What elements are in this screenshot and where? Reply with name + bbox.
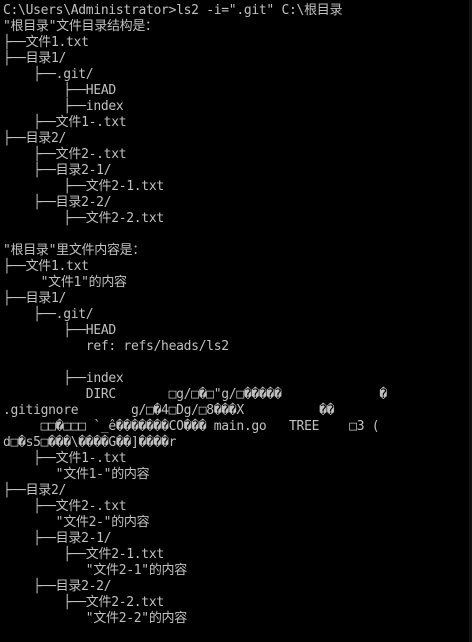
output-line: ├──文件1.txt — [3, 259, 89, 274]
output-line: "文件2-1"的内容 — [3, 563, 187, 578]
output-line: .gitignore g/□�4□Dg/□8���X �� — [3, 403, 335, 418]
output-line: ├──文件2-2.txt — [3, 595, 164, 610]
output-line: ├──index — [3, 99, 124, 114]
output-line: ├──.git/ — [3, 307, 94, 322]
output-line: ref: refs/heads/ls2 — [3, 339, 229, 354]
output-line: ├──文件2-1.txt — [3, 179, 164, 194]
output-line: ├──目录2/ — [3, 131, 67, 146]
terminal-window[interactable]: C:\Users\Administrator>ls2 -i=".git" C:\… — [0, 0, 472, 642]
output-line: ├──目录2-1/ — [3, 163, 112, 178]
output-line: ├──目录2/ — [3, 483, 67, 498]
output-line: ├──目录1/ — [3, 51, 67, 66]
output-line: ├──.git/ — [3, 67, 94, 82]
output-line: □□�□□□ `_ê�������CO��� main.go TREE □3 ( — [3, 419, 380, 434]
output-line: ├──目录2-2/ — [3, 579, 112, 594]
output-line: "文件1"的内容 — [3, 275, 127, 290]
output-line: "文件2-"的内容 — [3, 515, 150, 530]
output-line: DIRC □g/□�□"g/□����� � — [3, 387, 387, 402]
output-line: ├──文件2-1.txt — [3, 547, 164, 562]
output-line: ├──HEAD — [3, 323, 116, 338]
output-line: ├──文件2-.txt — [3, 499, 127, 514]
output-line: ├──文件1-.txt — [3, 451, 127, 466]
output-line: ├──目录2-1/ — [3, 531, 112, 546]
output-line: d□�s5□���\����G��]����r — [3, 435, 177, 450]
output-line: ├──index — [3, 371, 124, 386]
output-line: "文件1-"的内容 — [3, 467, 150, 482]
output-line: ├──文件1.txt — [3, 35, 89, 50]
output-line: ├──文件2-.txt — [3, 147, 127, 162]
command-prompt-line: C:\Users\Administrator>ls2 -i=".git" C:\… — [3, 3, 343, 18]
output-line: ├──文件1-.txt — [3, 115, 127, 130]
output-line: ├──目录2-2/ — [3, 195, 112, 210]
output-line: ├──文件2-2.txt — [3, 211, 164, 226]
output-line: ├──目录1/ — [3, 291, 67, 306]
output-line: "根目录"里文件内容是： — [3, 243, 146, 258]
output-line: ├──HEAD — [3, 83, 116, 98]
output-line: "根目录"文件目录结构是： — [3, 19, 158, 34]
output-line: "文件2-2"的内容 — [3, 611, 187, 626]
